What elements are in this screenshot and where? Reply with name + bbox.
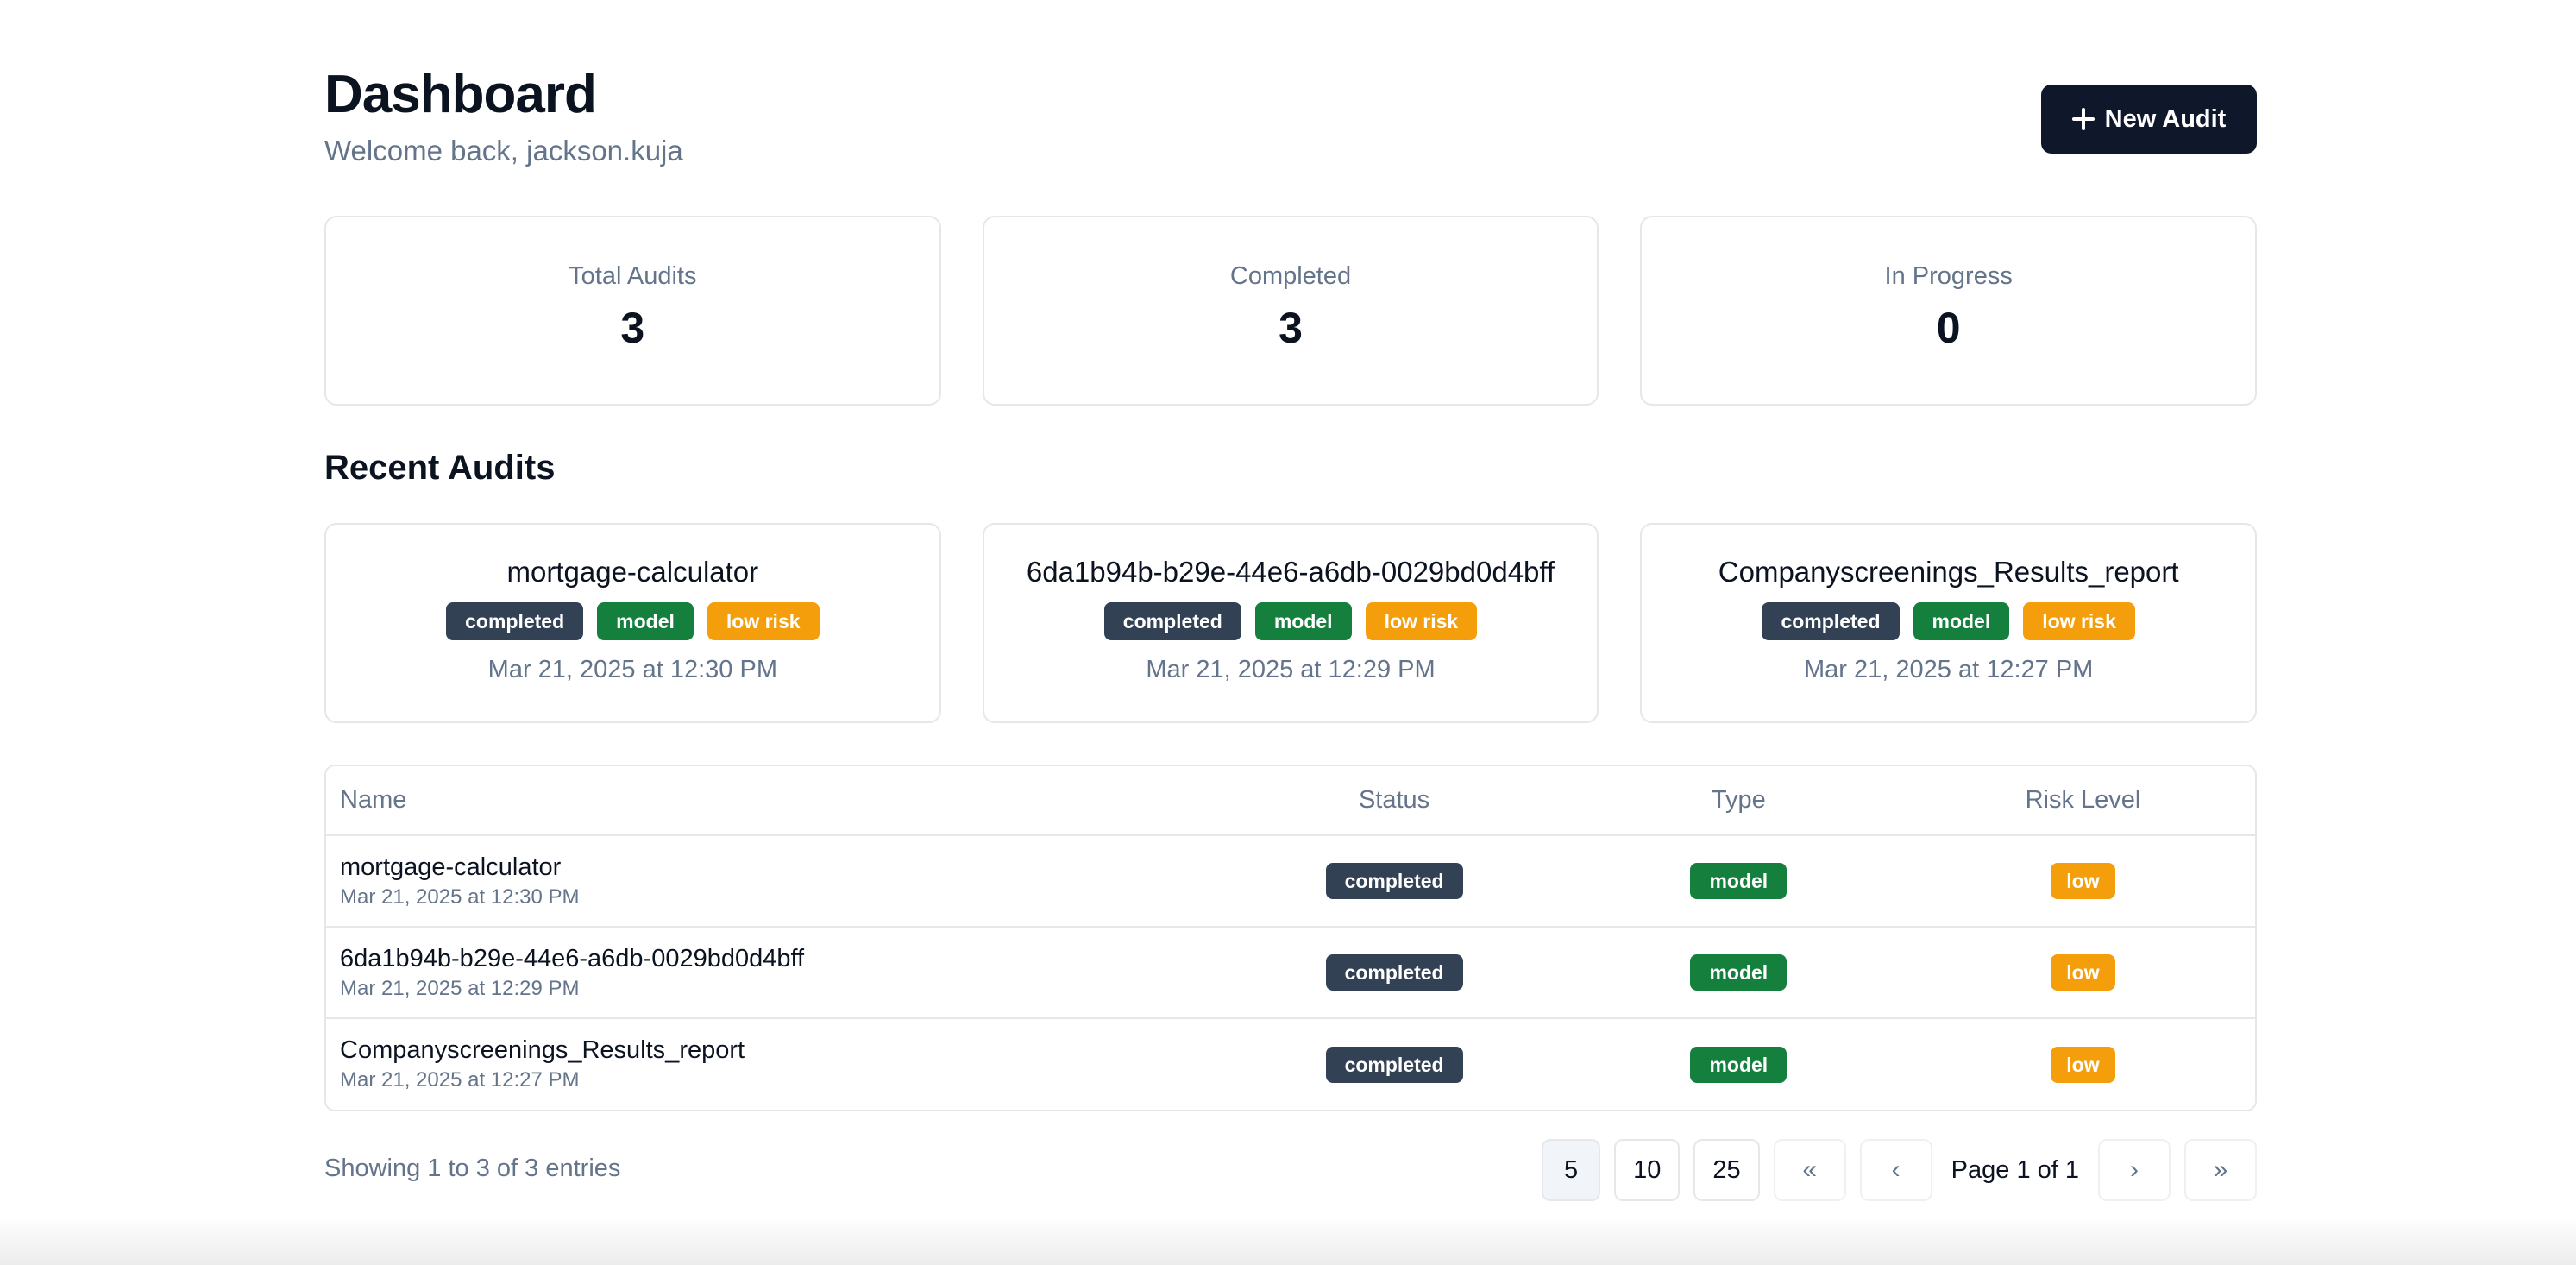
status-cell: completed [1222, 1018, 1566, 1110]
recent-audit-name: Companyscreenings_Results_report [1718, 556, 2179, 588]
last-page-button[interactable]: » [2184, 1139, 2257, 1201]
risk-badge: low risk [2023, 602, 2135, 640]
page-size-5-button[interactable]: 5 [1542, 1139, 1601, 1201]
entries-info: Showing 1 to 3 of 3 entries [324, 1155, 621, 1182]
badge-group: completed model low risk [1668, 602, 2229, 640]
name-cell: 6da1b94b-b29e-44e6-a6db-0029bd0d4bff Mar… [326, 927, 1222, 1019]
new-audit-label: New Audit [2104, 104, 2227, 133]
page-header: Dashboard Welcome back, jackson.kuja New… [324, 0, 2257, 216]
recent-audit-date: Mar 21, 2025 at 12:27 PM [1804, 656, 2094, 683]
table-row[interactable]: 6da1b94b-b29e-44e6-a6db-0029bd0d4bff Mar… [326, 927, 2255, 1019]
table-row[interactable]: Companyscreenings_Results_report Mar 21,… [326, 1018, 2255, 1110]
risk-badge: low [2051, 954, 2115, 991]
stat-value: 3 [620, 304, 645, 352]
row-date: Mar 21, 2025 at 12:30 PM [340, 884, 580, 909]
status-badge: completed [1325, 954, 1463, 991]
column-header-risk-level[interactable]: Risk Level [1910, 766, 2255, 836]
bottom-edge-shadow [0, 1217, 2576, 1265]
recent-audit-card[interactable]: 6da1b94b-b29e-44e6-a6db-0029bd0d4bff com… [982, 523, 1599, 723]
row-name: mortgage-calculator [340, 853, 562, 881]
recent-audit-card[interactable]: mortgage-calculator completed model low … [324, 523, 941, 723]
audits-table: Name Status Type Risk Level mortgage-cal… [324, 765, 2257, 1111]
status-badge: completed [1103, 602, 1241, 640]
page-indicator: Page 1 of 1 [1951, 1155, 2079, 1184]
type-badge: model [1690, 863, 1787, 899]
first-page-button[interactable]: « [1773, 1139, 1846, 1201]
chevrons-right-icon: » [2213, 1155, 2228, 1184]
recent-audit-name: 6da1b94b-b29e-44e6-a6db-0029bd0d4bff [1026, 556, 1555, 588]
type-badge: model [1690, 954, 1787, 991]
column-header-name[interactable]: Name [326, 766, 1222, 836]
dashboard-page: Dashboard Welcome back, jackson.kuja New… [324, 0, 2258, 1201]
risk-badge: low [2051, 863, 2115, 899]
chevrons-left-icon: « [1802, 1155, 1817, 1184]
welcome-message: Welcome back, jackson.kuja [324, 135, 683, 167]
type-cell: model [1566, 835, 1911, 928]
table-footer: Showing 1 to 3 of 3 entries 5 10 25 « ‹ … [324, 1139, 2257, 1201]
status-badge: completed [1325, 1046, 1463, 1083]
plus-icon [2071, 108, 2095, 130]
stat-card-in-progress: In Progress 0 [1640, 216, 2258, 406]
page-size-25-button[interactable]: 25 [1693, 1139, 1760, 1201]
next-page-button[interactable]: › [2098, 1139, 2171, 1201]
stats-row: Total Audits 3 Completed 3 In Progress 0 [324, 216, 2258, 406]
previous-page-button[interactable]: ‹ [1859, 1139, 1932, 1201]
status-cell: completed [1222, 927, 1567, 1019]
risk-cell: low [1911, 1018, 2255, 1110]
recent-audit-date: Mar 21, 2025 at 12:30 PM [487, 656, 777, 683]
recent-audits-title: Recent Audits [324, 449, 556, 487]
row-name: 6da1b94b-b29e-44e6-a6db-0029bd0d4bff [340, 944, 805, 972]
stat-card-total-audits: Total Audits 3 [324, 216, 941, 406]
page-size-10-button[interactable]: 10 [1614, 1139, 1681, 1201]
type-badge: model [1254, 602, 1352, 640]
pagination: 5 10 25 « ‹ Page 1 of 1 › » [1542, 1139, 2257, 1201]
status-badge: completed [1762, 602, 1900, 640]
stat-value: 0 [1936, 304, 1961, 352]
chevron-right-icon: › [2130, 1155, 2139, 1184]
recent-audits-list: mortgage-calculator completed model low … [324, 523, 2258, 723]
table-row[interactable]: mortgage-calculator Mar 21, 2025 at 12:3… [326, 835, 2255, 928]
type-badge: model [1913, 602, 2010, 640]
status-cell: completed [1222, 835, 1567, 928]
new-audit-button[interactable]: New Audit [2041, 85, 2257, 154]
stat-label: In Progress [1884, 262, 2013, 290]
row-name: Companyscreenings_Results_report [340, 1036, 745, 1064]
risk-badge: low [2051, 1046, 2115, 1083]
table-header-row: Name Status Type Risk Level [326, 766, 2255, 836]
row-date: Mar 21, 2025 at 12:27 PM [340, 1068, 580, 1092]
status-badge: completed [446, 602, 584, 640]
risk-badge: low risk [1365, 602, 1478, 640]
badge-group: completed model low risk [352, 602, 914, 640]
stat-label: Total Audits [569, 262, 697, 290]
type-cell: model [1566, 927, 1911, 1019]
stat-value: 3 [1279, 304, 1303, 352]
status-badge: completed [1325, 863, 1463, 899]
recent-audit-date: Mar 21, 2025 at 12:29 PM [1146, 656, 1436, 683]
row-date: Mar 21, 2025 at 12:29 PM [340, 976, 580, 1000]
stat-card-completed: Completed 3 [982, 216, 1599, 406]
risk-cell: low [1910, 835, 2255, 928]
type-badge: model [1690, 1046, 1787, 1083]
name-cell: Companyscreenings_Results_report Mar 21,… [326, 1018, 1222, 1110]
recent-audit-name: mortgage-calculator [506, 556, 759, 588]
risk-cell: low [1910, 927, 2255, 1019]
column-header-status[interactable]: Status [1222, 766, 1567, 836]
chevron-left-icon: ‹ [1891, 1155, 1901, 1184]
badge-group: completed model low risk [1010, 602, 1572, 640]
column-header-type[interactable]: Type [1566, 766, 1911, 836]
page-title: Dashboard [324, 65, 597, 124]
stat-label: Completed [1229, 262, 1352, 290]
type-cell: model [1567, 1018, 1911, 1110]
recent-audit-card[interactable]: Companyscreenings_Results_report complet… [1640, 523, 2258, 723]
name-cell: mortgage-calculator Mar 21, 2025 at 12:3… [326, 835, 1222, 928]
type-badge: model [597, 602, 694, 640]
risk-badge: low risk [707, 602, 820, 640]
